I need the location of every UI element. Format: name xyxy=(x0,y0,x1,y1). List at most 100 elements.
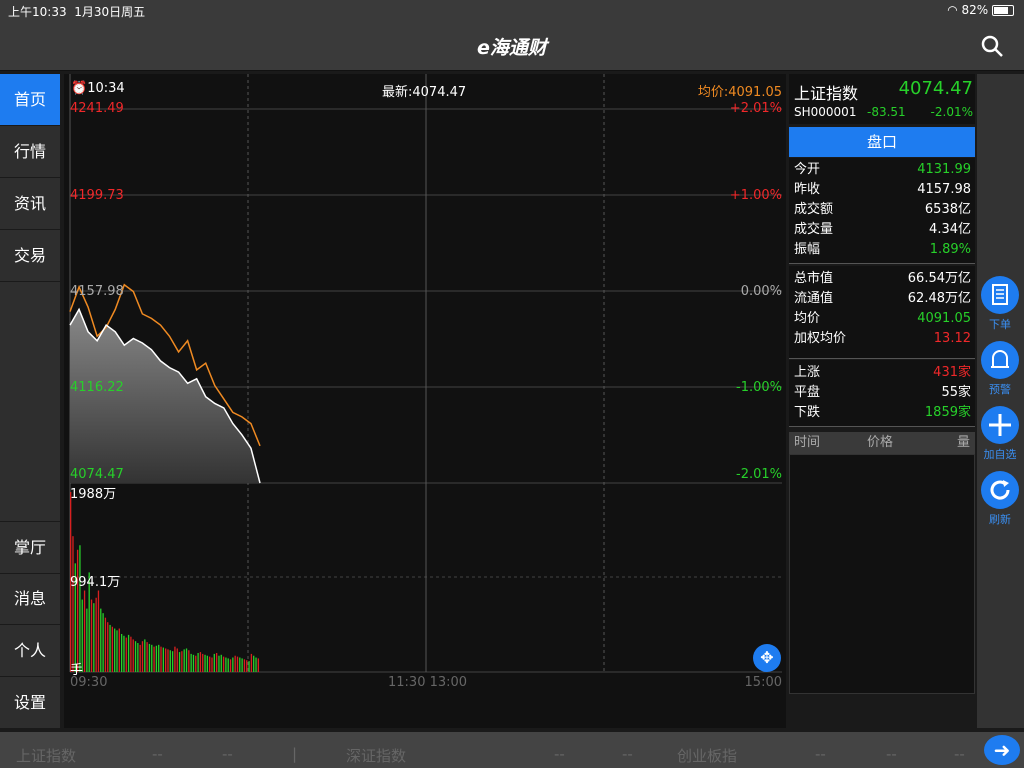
volume-bar xyxy=(243,659,246,672)
volume-bar xyxy=(76,549,79,672)
sidebar-item-personal[interactable]: 个人 xyxy=(0,625,60,677)
quote-row-value: 1859家 xyxy=(924,405,971,420)
ticker-separator: | xyxy=(292,745,298,763)
quote-row-label: 平盘 xyxy=(794,385,821,400)
time-tick: 11:30 13:00 xyxy=(388,675,468,690)
volume-bar xyxy=(107,622,109,672)
fullscreen-toggle-icon[interactable]: ✥ xyxy=(753,644,781,672)
volume-bar xyxy=(206,655,209,672)
volume-bar xyxy=(120,633,123,672)
volume-bar xyxy=(220,654,222,672)
quote-row-label: 上涨 xyxy=(794,365,821,380)
sidebar-item-home[interactable]: 首页 xyxy=(0,74,60,126)
ticker-change: -- xyxy=(222,745,233,763)
volume-bar xyxy=(239,657,241,672)
quote-panel: 上证指数 4074.47 SH000001 -83.51 -2.01% 盘口 今… xyxy=(789,74,975,728)
volume-tick: 994.1万 xyxy=(70,575,121,590)
volume-bar xyxy=(153,646,155,672)
volume-bar xyxy=(171,651,174,672)
sidebar-item-messages[interactable]: 消息 xyxy=(0,573,60,625)
volume-bar xyxy=(222,656,225,672)
volume-bar xyxy=(165,648,167,672)
order-icon xyxy=(981,276,1019,314)
intraday-chart[interactable]: ⏰10:34 最新:4074.47 均价:4091.05 4241.49 419… xyxy=(64,74,786,728)
volume-bar xyxy=(139,644,141,672)
status-bar: 上午10:33 1月30日周五 ◠ 82% xyxy=(0,0,1024,22)
sidebar-item-news[interactable]: 资讯 xyxy=(0,178,60,230)
volume-bar xyxy=(125,637,127,672)
ticker-next-arrow-icon[interactable]: ➜ xyxy=(984,735,1020,765)
sidebar-item-trade[interactable]: 交易 xyxy=(0,230,60,282)
col-time: 时间 xyxy=(794,435,821,450)
ticker-value: -- xyxy=(554,745,565,763)
quote-row-label: 总市值 xyxy=(794,271,834,286)
chart-canvas xyxy=(69,74,782,673)
volume-bar xyxy=(86,608,88,672)
quote-row: 平盘 55家 xyxy=(794,383,971,403)
volume-bar xyxy=(109,624,111,672)
price-tick: 4157.98 xyxy=(70,284,124,299)
status-time: 上午10:33 1月30日周五 xyxy=(8,5,146,19)
volume-bar xyxy=(188,650,190,672)
volume-bar xyxy=(95,597,97,672)
tab-pankou[interactable]: 盘口 xyxy=(789,127,975,157)
ticker-change: -- xyxy=(886,745,897,763)
quote-row-label: 加权均价 xyxy=(794,331,847,346)
app-logo: e海通财 xyxy=(477,37,547,59)
price-tick: 4199.73 xyxy=(70,188,124,203)
quote-row-value: 62.48万亿 xyxy=(907,291,971,306)
volume-bar xyxy=(218,655,220,672)
volume-bar xyxy=(181,651,183,672)
quote-row-label: 振幅 xyxy=(794,242,821,257)
quote-row-value: 4091.05 xyxy=(917,311,971,326)
volume-bar xyxy=(241,658,243,672)
col-volume: 量 xyxy=(956,435,970,450)
alert-button[interactable]: 预警 xyxy=(980,341,1020,397)
index-code: SH000001 xyxy=(794,105,857,119)
order-button[interactable]: 下单 xyxy=(980,276,1020,332)
sidebar-item-market[interactable]: 行情 xyxy=(0,126,60,178)
quote-row-label: 昨收 xyxy=(794,182,821,197)
volume-bar xyxy=(257,658,259,672)
quote-header: 上证指数 4074.47 SH000001 -83.51 -2.01% xyxy=(789,74,975,124)
quote-row-value: 66.54万亿 xyxy=(907,271,971,286)
refresh-label: 刷新 xyxy=(989,513,1011,526)
add-watchlist-label: 加自选 xyxy=(983,448,1017,461)
add-watchlist-button[interactable]: 加自选 xyxy=(980,406,1020,462)
action-bar: 下单 预警 加自选 刷新 xyxy=(977,74,1024,728)
volume-bar xyxy=(234,655,236,672)
quote-row: 下跌 1859家 xyxy=(794,403,971,423)
volume-bar xyxy=(155,645,158,672)
volume-bar xyxy=(211,657,213,672)
volume-bar xyxy=(116,630,118,672)
top-navigation-bar: e海通财 xyxy=(0,22,1024,71)
volume-bar xyxy=(250,653,253,672)
col-price: 价格 xyxy=(867,435,894,450)
sidebar-item-settings[interactable]: 设置 xyxy=(0,677,60,729)
volume-bar xyxy=(246,660,248,672)
chart-time: ⏰10:34 xyxy=(71,81,125,96)
volume-bar xyxy=(127,634,130,672)
volume-bar xyxy=(130,636,132,672)
volume-bar xyxy=(204,654,206,672)
volume-bar xyxy=(192,654,195,672)
index-ticker-bar[interactable]: 上证指数 -- -- | 深证指数 -- -- 创业板指 -- -- -- ➜ xyxy=(0,732,1024,768)
volume-bar xyxy=(169,650,171,672)
refresh-button[interactable]: 刷新 xyxy=(980,471,1020,527)
index-change: -83.51 xyxy=(867,105,906,119)
pct-tick: +2.01% xyxy=(729,101,782,116)
index-name: 上证指数 xyxy=(794,84,859,103)
volume-bar xyxy=(114,628,116,672)
trade-list[interactable] xyxy=(789,454,975,694)
sidebar: 首页 行情 资讯 交易 掌厅 消息 个人 设置 xyxy=(0,74,60,729)
search-icon[interactable] xyxy=(980,34,1004,58)
wifi-icon: ◠ xyxy=(947,3,958,17)
time-tick: 09:30 xyxy=(70,675,108,690)
volume-bar xyxy=(118,628,120,672)
quote-row: 流通值 62.48万亿 xyxy=(794,289,971,309)
volume-bar xyxy=(178,652,181,672)
price-tick: 4241.49 xyxy=(70,101,124,116)
sidebar-item-hall[interactable]: 掌厅 xyxy=(0,521,60,574)
quote-row: 今开 4131.99 xyxy=(794,160,971,180)
pct-tick: +1.00% xyxy=(729,188,782,203)
